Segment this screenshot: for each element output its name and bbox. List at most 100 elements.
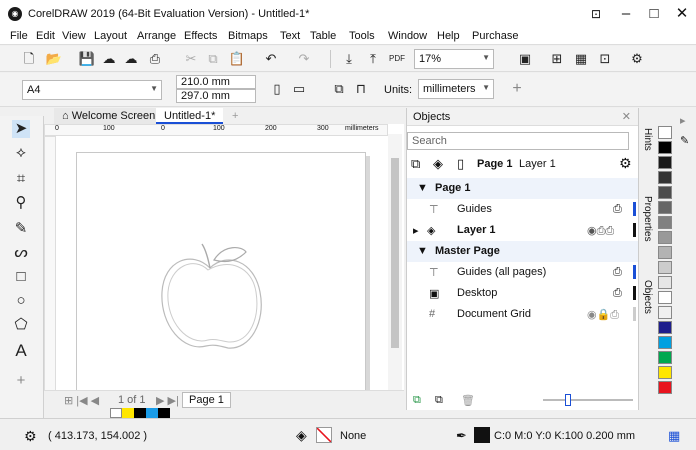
color-swatch[interactable]: [658, 291, 672, 304]
text-tool-icon[interactable]: A: [12, 342, 30, 360]
settings-gear-icon[interactable]: ⚙: [24, 428, 37, 445]
menu-bitmaps[interactable]: Bitmaps: [228, 30, 268, 42]
zoom-slider[interactable]: [543, 394, 633, 406]
menu-text[interactable]: Text: [280, 30, 300, 42]
ellipse-tool-icon[interactable]: ○: [12, 292, 30, 310]
tree-row-document-grid[interactable]: # Document Grid ◉🔒⎙: [407, 304, 639, 325]
docker-arrow-icon[interactable]: ▸: [680, 114, 686, 127]
redo-icon[interactable]: ↷: [295, 50, 313, 68]
tree-row-page-1[interactable]: ▼ Page 1: [407, 178, 639, 199]
all-pages-icon[interactable]: ⧉: [330, 80, 348, 98]
cloud-upload-icon[interactable]: ☁: [100, 50, 118, 68]
color-swatch[interactable]: [658, 231, 672, 244]
color-swatch[interactable]: [658, 246, 672, 259]
page-icon[interactable]: ▯: [457, 156, 464, 172]
tab-untitled-1[interactable]: Untitled-1*: [156, 108, 224, 124]
save-icon[interactable]: 💾: [78, 50, 96, 68]
tab-properties[interactable]: Properties: [642, 196, 653, 242]
artistic-media-icon[interactable]: ᔕ: [12, 244, 30, 262]
rectangle-tool-icon[interactable]: □: [12, 268, 30, 286]
portrait-icon[interactable]: ▯: [268, 80, 286, 98]
crop-tool-icon[interactable]: ⌗: [12, 170, 30, 188]
open-folder-icon[interactable]: 📂: [45, 50, 63, 68]
tab-objects[interactable]: Objects: [642, 280, 653, 314]
freehand-tool-icon[interactable]: ✎: [12, 220, 30, 238]
stack-icon[interactable]: ◈: [433, 156, 443, 172]
menu-window[interactable]: Window: [388, 30, 427, 42]
add-tool-icon[interactable]: +: [12, 372, 30, 390]
full-screen-icon[interactable]: ▣: [516, 50, 534, 68]
zoom-tool-icon[interactable]: ⚲: [12, 194, 30, 212]
new-document-icon[interactable]: 🗋: [20, 50, 38, 68]
cut-icon[interactable]: ✂: [182, 50, 200, 68]
pdf-icon[interactable]: PDF: [388, 50, 406, 68]
landscape-icon[interactable]: ▭: [290, 80, 308, 98]
account-icon[interactable]: ⊡: [584, 2, 608, 26]
undo-icon[interactable]: ↶: [262, 50, 280, 68]
menu-view[interactable]: View: [62, 30, 86, 42]
grid-icon[interactable]: ▦: [572, 50, 590, 68]
color-swatch[interactable]: [658, 171, 672, 184]
close-button[interactable]: ✕: [670, 2, 694, 26]
objects-settings-icon[interactable]: ⚙: [619, 155, 632, 172]
color-swatch[interactable]: [658, 201, 672, 214]
color-swatch[interactable]: [658, 366, 672, 379]
tab-hints[interactable]: Hints: [642, 128, 653, 151]
menu-table[interactable]: Table: [310, 30, 336, 42]
color-swatch[interactable]: [658, 261, 672, 274]
tree-row-layer-1[interactable]: ▸ ◈ Layer 1 ◉⎙⎙: [407, 220, 639, 241]
layers-view-icon[interactable]: ⧉: [411, 156, 420, 172]
menu-layout[interactable]: Layout: [94, 30, 127, 42]
vertical-scrollbar[interactable]: [388, 134, 402, 394]
menu-file[interactable]: File: [10, 30, 28, 42]
delete-icon[interactable]: 🗑: [461, 394, 475, 407]
eyedropper-icon[interactable]: ✎: [680, 134, 689, 147]
import-icon[interactable]: ⤓: [340, 50, 358, 68]
color-swatch[interactable]: [658, 336, 672, 349]
shape-tool-icon[interactable]: ⟡: [12, 144, 30, 162]
new-master-layer-icon[interactable]: ⧉: [435, 394, 443, 407]
menu-help[interactable]: Help: [437, 30, 460, 42]
tree-row-master-page[interactable]: ▼ Master Page: [407, 241, 639, 262]
paste-icon[interactable]: 📋: [228, 50, 246, 68]
zoom-level-select[interactable]: 17% ▼: [414, 49, 494, 69]
options-icon[interactable]: ⚙: [628, 50, 646, 68]
tree-row-guides[interactable]: ⊤ Guides ⎙: [407, 199, 639, 220]
menu-arrange[interactable]: Arrange: [137, 30, 176, 42]
page-size-select[interactable]: A4 ▼: [22, 80, 162, 100]
color-swatch[interactable]: [658, 321, 672, 334]
new-layer-icon[interactable]: ⧉: [413, 394, 421, 407]
menu-purchase[interactable]: Purchase: [472, 30, 518, 42]
objects-search-input[interactable]: Search: [407, 132, 629, 150]
pick-tool-icon[interactable]: ➤: [12, 120, 30, 138]
page-tab-1[interactable]: Page 1: [182, 392, 231, 408]
rulers-icon[interactable]: ⊞: [548, 50, 566, 68]
page-width-field[interactable]: 210.0 mm: [176, 75, 256, 89]
apple-sketch[interactable]: [150, 230, 270, 370]
export-icon[interactable]: ⤒: [364, 50, 382, 68]
add-icon[interactable]: +: [508, 80, 526, 98]
tab-add[interactable]: +: [224, 108, 246, 124]
page-first-icon[interactable]: ⊞ |◀ ◀: [64, 394, 99, 407]
color-swatch[interactable]: [658, 306, 672, 319]
menu-effects[interactable]: Effects: [184, 30, 217, 42]
minimize-button[interactable]: –: [614, 2, 638, 26]
color-swatch[interactable]: [658, 141, 672, 154]
color-swatch[interactable]: [658, 156, 672, 169]
color-swatch[interactable]: [658, 276, 672, 289]
tab-welcome-screen[interactable]: ⌂ Welcome Screen: [54, 108, 164, 124]
current-page-icon[interactable]: ⊓: [352, 80, 370, 98]
maximize-button[interactable]: □: [642, 2, 666, 26]
tree-row-desktop[interactable]: ▣ Desktop ⎙: [407, 283, 639, 304]
polygon-tool-icon[interactable]: ⬠: [12, 316, 30, 334]
cloud-download-icon[interactable]: ☁: [122, 50, 140, 68]
color-swatch[interactable]: [658, 186, 672, 199]
page-height-field[interactable]: 297.0 mm: [176, 89, 256, 103]
copy-icon[interactable]: ⧉: [204, 50, 222, 68]
color-swatch[interactable]: [658, 216, 672, 229]
color-swatch[interactable]: [658, 381, 672, 394]
color-proof-icon[interactable]: ▦: [668, 428, 680, 444]
menu-tools[interactable]: Tools: [349, 30, 375, 42]
menu-edit[interactable]: Edit: [36, 30, 55, 42]
units-select[interactable]: millimeters ▼: [418, 79, 494, 99]
